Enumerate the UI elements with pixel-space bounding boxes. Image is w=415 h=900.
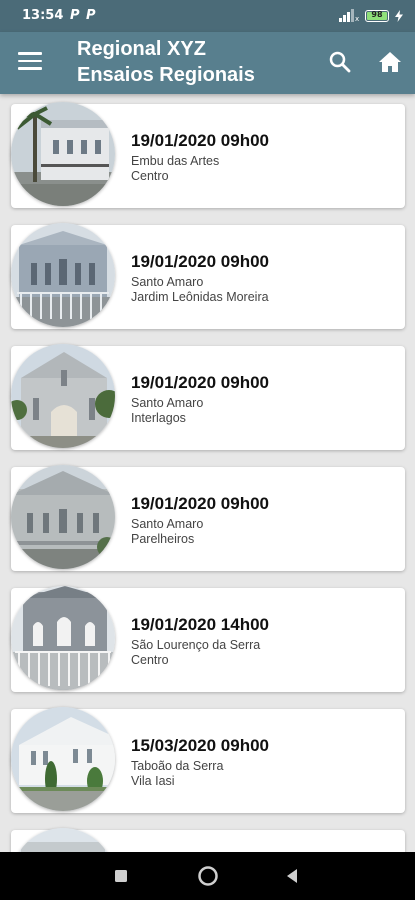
- event-area: Centro: [131, 653, 169, 667]
- event-area: Interlagos: [131, 411, 186, 425]
- search-icon: [329, 51, 351, 73]
- church-photo: [11, 828, 115, 852]
- event-card[interactable]: 15/03/2020 09h00 Taboão da Serra Vila Ia…: [11, 707, 405, 813]
- event-city: São Lourenço da Serra: [131, 638, 261, 652]
- home-button[interactable]: [377, 49, 403, 75]
- event-area: Vila Iasi: [131, 774, 175, 788]
- signal-icon: x: [339, 9, 359, 22]
- event-card[interactable]: 19/01/2020 09h00 Embu das Artes Centro: [11, 102, 405, 208]
- event-card[interactable]: [11, 828, 405, 852]
- event-city: Taboão da Serra: [131, 759, 224, 773]
- event-card[interactable]: 19/01/2020 14h00 São Lourenço da Serra C…: [11, 586, 405, 692]
- charging-icon: [395, 9, 403, 22]
- search-button[interactable]: [327, 49, 353, 75]
- home-icon: [379, 52, 401, 72]
- church-photo: [11, 707, 115, 811]
- circle-icon: [198, 866, 218, 886]
- square-icon: [115, 870, 127, 882]
- back-button[interactable]: [285, 868, 299, 889]
- church-photo: [11, 102, 115, 206]
- event-datetime: 19/01/2020 14h00: [131, 615, 270, 634]
- event-card[interactable]: 19/01/2020 09h00 Santo Amaro Parelheiros: [11, 465, 405, 571]
- title-line-1: Regional XYZ: [77, 38, 206, 60]
- event-datetime: 19/01/2020 09h00: [131, 252, 270, 271]
- event-city: Santo Amaro: [131, 275, 204, 289]
- event-list[interactable]: 19/01/2020 09h00 Embu das Artes Centro 1…: [0, 94, 415, 852]
- event-area: Centro: [131, 169, 169, 183]
- app-bar: Regional XYZ Ensaios Regionais: [0, 32, 415, 94]
- event-city: Santo Amaro: [131, 517, 204, 531]
- system-nav-bar: [0, 852, 415, 900]
- notification-p-icon: P: [70, 8, 80, 23]
- status-time: 13:54: [22, 8, 64, 23]
- battery-icon: 98: [365, 9, 389, 22]
- event-city: Embu das Artes: [131, 154, 220, 168]
- event-area: Parelheiros: [131, 532, 195, 546]
- church-photo: [11, 223, 115, 327]
- event-area: Jardim Leônidas Moreira: [131, 290, 269, 304]
- event-card[interactable]: 19/01/2020 09h00 Santo Amaro Interlagos: [11, 344, 405, 450]
- recents-button[interactable]: [114, 869, 128, 888]
- event-datetime: 15/03/2020 09h00: [131, 736, 270, 755]
- notification-p-icon: P: [86, 8, 96, 23]
- event-datetime: 19/01/2020 09h00: [131, 131, 270, 150]
- event-card[interactable]: 19/01/2020 09h00 Santo Amaro Jardim Leôn…: [11, 223, 405, 329]
- event-datetime: 19/01/2020 09h00: [131, 373, 270, 392]
- back-triangle-icon: [287, 869, 297, 883]
- status-bar: 13:54 P P x 98: [0, 0, 415, 32]
- svg-text:x: x: [355, 15, 359, 22]
- event-datetime: 19/01/2020 09h00: [131, 494, 270, 513]
- church-photo: [11, 586, 115, 690]
- title-line-2: Ensaios Regionais: [77, 64, 255, 86]
- church-photo: [11, 465, 115, 569]
- home-nav-button[interactable]: [197, 865, 219, 892]
- page-title: Regional XYZ Ensaios Regionais: [77, 36, 255, 88]
- menu-button[interactable]: [18, 52, 42, 72]
- battery-level: 98: [371, 9, 383, 19]
- church-photo: [11, 344, 115, 448]
- status-indicators: x 98: [339, 9, 403, 22]
- event-city: Santo Amaro: [131, 396, 204, 410]
